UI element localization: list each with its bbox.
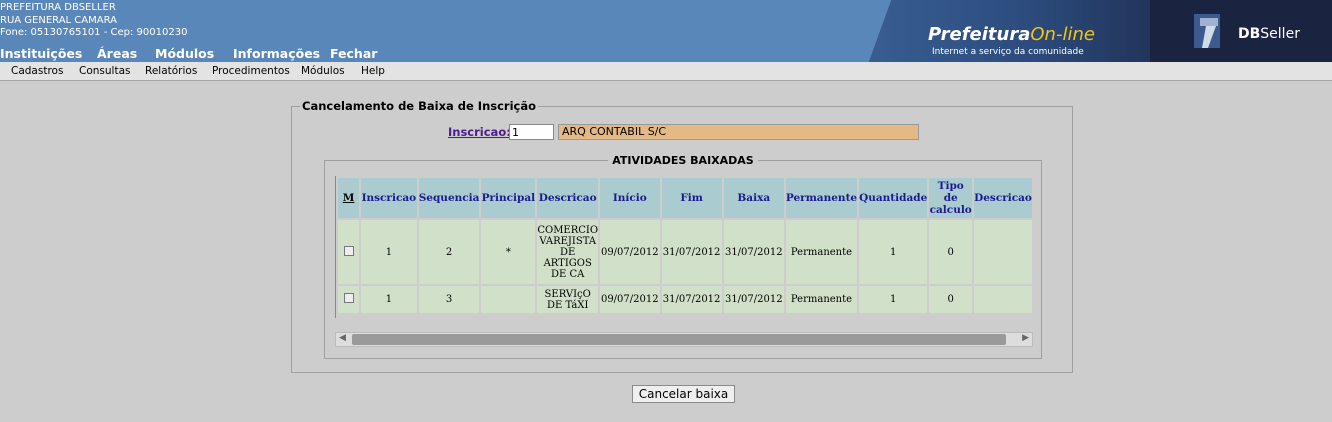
cell-baixa: 31/07/2012 — [723, 286, 784, 313]
cell-sequencia: 3 — [418, 286, 480, 313]
cell-permanente: Permanente — [785, 286, 858, 313]
row-checkbox[interactable] — [343, 245, 354, 256]
org-address: RUA GENERAL CAMARA — [0, 14, 117, 26]
scrollbar-thumb[interactable] — [352, 334, 1006, 345]
cell-sequencia: 2 — [418, 220, 480, 284]
col-inicio: Início — [600, 178, 660, 218]
menu-areas[interactable]: Áreas — [97, 46, 137, 61]
scroll-left-arrow-icon[interactable]: ◀ — [339, 333, 346, 343]
col-baixa: Baixa — [723, 178, 784, 218]
submenu-modulos[interactable]: Módulos — [301, 65, 345, 77]
inscricao-input[interactable] — [509, 124, 554, 140]
cell-descricao-2 — [974, 286, 1032, 313]
col-tipo-calculo: Tipo de calculo — [929, 178, 973, 218]
org-contact: Fone: 05130765101 - Cep: 90010230 — [0, 27, 188, 38]
table-row: 1 3 SERVIçO DE TáXI 09/07/2012 31/07/201… — [338, 286, 1032, 313]
org-name: PREFEITURA DBSELLER — [0, 2, 116, 13]
dbseller-logo: DBSeller — [1150, 0, 1332, 62]
col-descricao: Descricao — [537, 178, 599, 218]
submenu-help[interactable]: Help — [361, 65, 385, 77]
banner-title: PrefeituraOn-line — [928, 24, 1095, 45]
col-sequencia: Sequencia — [418, 178, 480, 218]
row-checkbox-cell — [338, 220, 360, 284]
menu-informacoes[interactable]: Informações — [233, 46, 320, 61]
cell-principal — [481, 286, 536, 313]
row-checkbox[interactable] — [343, 293, 354, 303]
activities-grid: M Inscricao Sequencia Principal Descrica… — [335, 176, 1034, 318]
cell-quantidade: 1 — [859, 220, 928, 284]
activities-legend: ATIVIDADES BAIXADAS — [612, 154, 754, 167]
menu-modulos[interactable]: Módulos — [155, 46, 214, 61]
portal-banner: PrefeituraOn-line Internet a serviço da … — [850, 0, 1332, 62]
menu-fechar[interactable]: Fechar — [330, 46, 377, 61]
cell-tipo-calculo: 0 — [929, 220, 973, 284]
cell-baixa: 31/07/2012 — [723, 220, 784, 284]
row-checkbox-cell — [338, 286, 360, 313]
submenu-relatorios[interactable]: Relatórios — [145, 65, 197, 77]
cell-inscricao: 1 — [361, 220, 417, 284]
inscricao-name-field: ARQ CONTABIL S/C — [558, 124, 919, 140]
scroll-right-arrow-icon[interactable]: ▶ — [1022, 333, 1029, 343]
cell-descricao: SERVIçO DE TáXI — [537, 286, 599, 313]
dbseller-logo-icon — [1194, 14, 1220, 48]
cell-quantidade: 1 — [859, 286, 928, 313]
submenu-procedimentos[interactable]: Procedimentos — [212, 65, 290, 77]
table-header-row: M Inscricao Sequencia Principal Descrica… — [338, 178, 1032, 218]
dbseller-logo-text: DBSeller — [1238, 26, 1300, 42]
cell-fim: 31/07/2012 — [661, 286, 722, 313]
col-m[interactable]: M — [338, 178, 360, 218]
cell-permanente: Permanente — [785, 220, 858, 284]
cell-inicio: 09/07/2012 — [600, 286, 660, 313]
col-principal: Principal — [481, 178, 536, 218]
cell-principal: * — [481, 220, 536, 284]
cell-inscricao: 1 — [361, 286, 417, 313]
col-descricao-2: Descricao — [974, 178, 1032, 218]
grid-horizontal-scrollbar[interactable]: ◀ ▶ — [335, 332, 1033, 347]
cell-descricao-2 — [974, 220, 1032, 284]
col-inscricao: Inscricao — [361, 178, 417, 218]
sub-menu: Cadastros Consultas Relatórios Procedime… — [0, 62, 1332, 81]
cell-fim: 31/07/2012 — [661, 220, 722, 284]
inscricao-label-link[interactable]: Inscricao: — [448, 125, 511, 139]
table-row: 1 2 * COMERCIO VAREJISTA DE ARTIGOS DE C… — [338, 220, 1032, 284]
cancel-baixa-button[interactable]: Cancelar baixa — [632, 385, 735, 403]
cell-inicio: 09/07/2012 — [600, 220, 660, 284]
col-quantidade: Quantidade — [859, 178, 928, 218]
form-legend: Cancelamento de Baixa de Inscrição — [302, 99, 537, 113]
menu-instituicoes[interactable]: Instituições — [0, 46, 82, 61]
header-bar: PREFEITURA DBSELLER RUA GENERAL CAMARA F… — [0, 0, 1332, 62]
col-fim: Fim — [661, 178, 722, 218]
cell-descricao: COMERCIO VAREJISTA DE ARTIGOS DE CA — [537, 220, 599, 284]
col-permanente: Permanente — [785, 178, 858, 218]
org-info: PREFEITURA DBSELLER RUA GENERAL CAMARA F… — [0, 2, 187, 40]
cell-tipo-calculo: 0 — [929, 286, 973, 313]
submenu-cadastros[interactable]: Cadastros — [11, 65, 63, 77]
banner-subtitle: Internet a serviço da comunidade — [932, 47, 1084, 57]
submenu-consultas[interactable]: Consultas — [79, 65, 130, 77]
activities-table: M Inscricao Sequencia Principal Descrica… — [336, 176, 1034, 315]
